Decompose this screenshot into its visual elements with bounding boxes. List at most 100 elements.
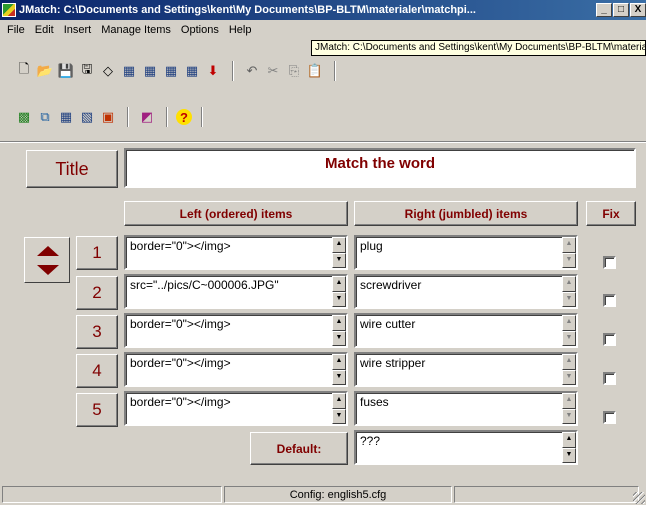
toolbar-separator bbox=[232, 61, 234, 81]
window-titlebar: JMatch: C:\Documents and Settings\kent\M… bbox=[0, 0, 646, 20]
arrow-down-icon[interactable]: ⬇ bbox=[203, 61, 223, 81]
row-number-5[interactable]: 5 bbox=[76, 393, 118, 427]
undo-icon[interactable]: ↶ bbox=[242, 61, 262, 81]
right-item-4[interactable]: wire stripper ▲ ▼ bbox=[354, 352, 578, 387]
close-button[interactable]: X bbox=[630, 3, 646, 17]
status-config: Config: english5.cfg bbox=[224, 486, 452, 503]
row-number-4[interactable]: 4 bbox=[76, 354, 118, 388]
left-item-5[interactable]: border="0"></img> ▲ ▼ bbox=[124, 391, 348, 426]
window-title: JMatch: C:\Documents and Settings\kent\M… bbox=[19, 4, 476, 16]
move-up-icon[interactable] bbox=[37, 246, 59, 256]
flag-icon[interactable]: ▣ bbox=[98, 107, 118, 127]
status-panel-left bbox=[2, 486, 222, 503]
row-number-1[interactable]: 1 bbox=[76, 236, 118, 270]
status-bar: Config: english5.cfg bbox=[0, 484, 646, 505]
menu-options[interactable]: Options bbox=[176, 24, 224, 36]
web-export-1-icon[interactable]: ▦ bbox=[119, 61, 139, 81]
toolbar-separator bbox=[127, 107, 129, 127]
toolbar-separator bbox=[166, 107, 168, 127]
right-item-text: screwdriver bbox=[360, 278, 422, 292]
path-tooltip: JMatch: C:\Documents and Settings\kent\M… bbox=[311, 40, 646, 56]
menu-insert[interactable]: Insert bbox=[59, 24, 97, 36]
menu-manage-items[interactable]: Manage Items bbox=[96, 24, 176, 36]
scrollbar[interactable]: ▲ ▼ bbox=[562, 432, 576, 463]
row-number-3[interactable]: 3 bbox=[76, 315, 118, 349]
menu-bar: File Edit Insert Manage Items Options He… bbox=[0, 20, 646, 40]
scrollbar[interactable]: ▲ ▼ bbox=[562, 393, 576, 424]
left-item-text: border="0"></img> bbox=[130, 395, 231, 409]
grid-icon[interactable]: ▦ bbox=[56, 107, 76, 127]
menu-file[interactable]: File bbox=[2, 24, 30, 36]
fix-checkbox-5[interactable] bbox=[603, 411, 616, 424]
web-export-3-icon[interactable]: ▦ bbox=[161, 61, 181, 81]
toolbar-separator bbox=[201, 107, 203, 127]
minimize-button[interactable]: _ bbox=[596, 3, 612, 17]
maximize-button[interactable]: □ bbox=[613, 3, 629, 17]
scrollbar[interactable]: ▲ ▼ bbox=[562, 276, 576, 307]
right-items-header: Right (jumbled) items bbox=[354, 201, 578, 226]
resize-grip-icon[interactable] bbox=[633, 492, 645, 504]
right-item-3[interactable]: wire cutter ▲ ▼ bbox=[354, 313, 578, 348]
default-input[interactable]: ??? ▲ ▼ bbox=[354, 430, 578, 465]
copy-icon[interactable]: ⎘ bbox=[284, 61, 304, 81]
fix-checkbox-1[interactable] bbox=[603, 256, 616, 269]
app-icon bbox=[2, 3, 16, 17]
scrollbar[interactable]: ▲ ▼ bbox=[332, 237, 346, 268]
scrollbar[interactable]: ▲ ▼ bbox=[332, 393, 346, 424]
menu-help[interactable]: Help bbox=[224, 24, 257, 36]
web-export-4-icon[interactable]: ▦ bbox=[182, 61, 202, 81]
right-item-2[interactable]: screwdriver ▲ ▼ bbox=[354, 274, 578, 309]
left-item-1[interactable]: border="0"></img> ▲ ▼ bbox=[124, 235, 348, 270]
status-panel-right bbox=[454, 486, 639, 503]
cut-icon[interactable]: ✂ bbox=[263, 61, 283, 81]
save-as-icon[interactable]: 🖫 bbox=[77, 61, 97, 81]
left-item-3[interactable]: border="0"></img> ▲ ▼ bbox=[124, 313, 348, 348]
toolbar-divider bbox=[0, 141, 646, 143]
scrollbar[interactable]: ▲ ▼ bbox=[332, 276, 346, 307]
scrollbar[interactable]: ▲ ▼ bbox=[562, 354, 576, 385]
title-input[interactable]: Match the word bbox=[124, 148, 636, 188]
scrollbar[interactable]: ▲ ▼ bbox=[332, 354, 346, 385]
left-item-text: border="0"></img> bbox=[130, 239, 231, 253]
right-item-text: fuses bbox=[360, 395, 389, 409]
default-label: Default: bbox=[250, 432, 348, 465]
left-item-text: border="0"></img> bbox=[130, 356, 231, 370]
windows-icon[interactable]: ⧉ bbox=[35, 107, 55, 127]
web-export-2-icon[interactable]: ▦ bbox=[140, 61, 160, 81]
help-icon[interactable]: ? bbox=[176, 109, 192, 125]
default-text: ??? bbox=[360, 434, 381, 448]
left-item-4[interactable]: border="0"></img> ▲ ▼ bbox=[124, 352, 348, 387]
fix-checkbox-3[interactable] bbox=[603, 333, 616, 346]
save-icon[interactable]: 💾 bbox=[56, 61, 76, 81]
scrollbar[interactable]: ▲ ▼ bbox=[562, 315, 576, 346]
right-item-1[interactable]: plug ▲ ▼ bbox=[354, 235, 578, 270]
right-item-text: wire stripper bbox=[360, 356, 426, 370]
right-item-text: plug bbox=[360, 239, 383, 253]
right-item-text: wire cutter bbox=[360, 317, 416, 331]
move-arrows bbox=[24, 237, 70, 283]
open-folder-icon[interactable]: 📂 bbox=[35, 61, 55, 81]
scrollbar[interactable]: ▲ ▼ bbox=[562, 237, 576, 268]
left-item-2[interactable]: src="../pics/C~000006.JPG" ▲ ▼ bbox=[124, 274, 348, 309]
media-icon[interactable]: ◩ bbox=[137, 107, 157, 127]
left-item-text: src="../pics/C~000006.JPG" bbox=[130, 278, 279, 292]
grid-alt-icon[interactable]: ▧ bbox=[77, 107, 97, 127]
toolbar-separator bbox=[334, 61, 336, 81]
fix-checkbox-4[interactable] bbox=[603, 372, 616, 385]
main-toolbar: 🗋 📂 💾 🖫 ◇ ▦ ▦ ▦ ▦ ⬇ ↶ ✂ ⎘ 📋 bbox=[0, 58, 646, 84]
row-number-2[interactable]: 2 bbox=[76, 276, 118, 310]
scrollbar[interactable]: ▲ ▼ bbox=[332, 315, 346, 346]
new-file-icon[interactable]: 🗋 bbox=[14, 61, 34, 81]
image-icon[interactable]: ▩ bbox=[14, 107, 34, 127]
right-item-5[interactable]: fuses ▲ ▼ bbox=[354, 391, 578, 426]
menu-edit[interactable]: Edit bbox=[30, 24, 59, 36]
left-item-text: border="0"></img> bbox=[130, 317, 231, 331]
fix-header: Fix bbox=[586, 201, 636, 226]
move-down-icon[interactable] bbox=[37, 265, 59, 275]
eraser-icon[interactable]: ◇ bbox=[98, 61, 118, 81]
left-items-header: Left (ordered) items bbox=[124, 201, 348, 226]
secondary-toolbar: ▩ ⧉ ▦ ▧ ▣ ◩ ? bbox=[0, 104, 646, 130]
fix-checkbox-2[interactable] bbox=[603, 294, 616, 307]
title-label: Title bbox=[26, 150, 118, 188]
paste-icon[interactable]: 📋 bbox=[305, 61, 325, 81]
